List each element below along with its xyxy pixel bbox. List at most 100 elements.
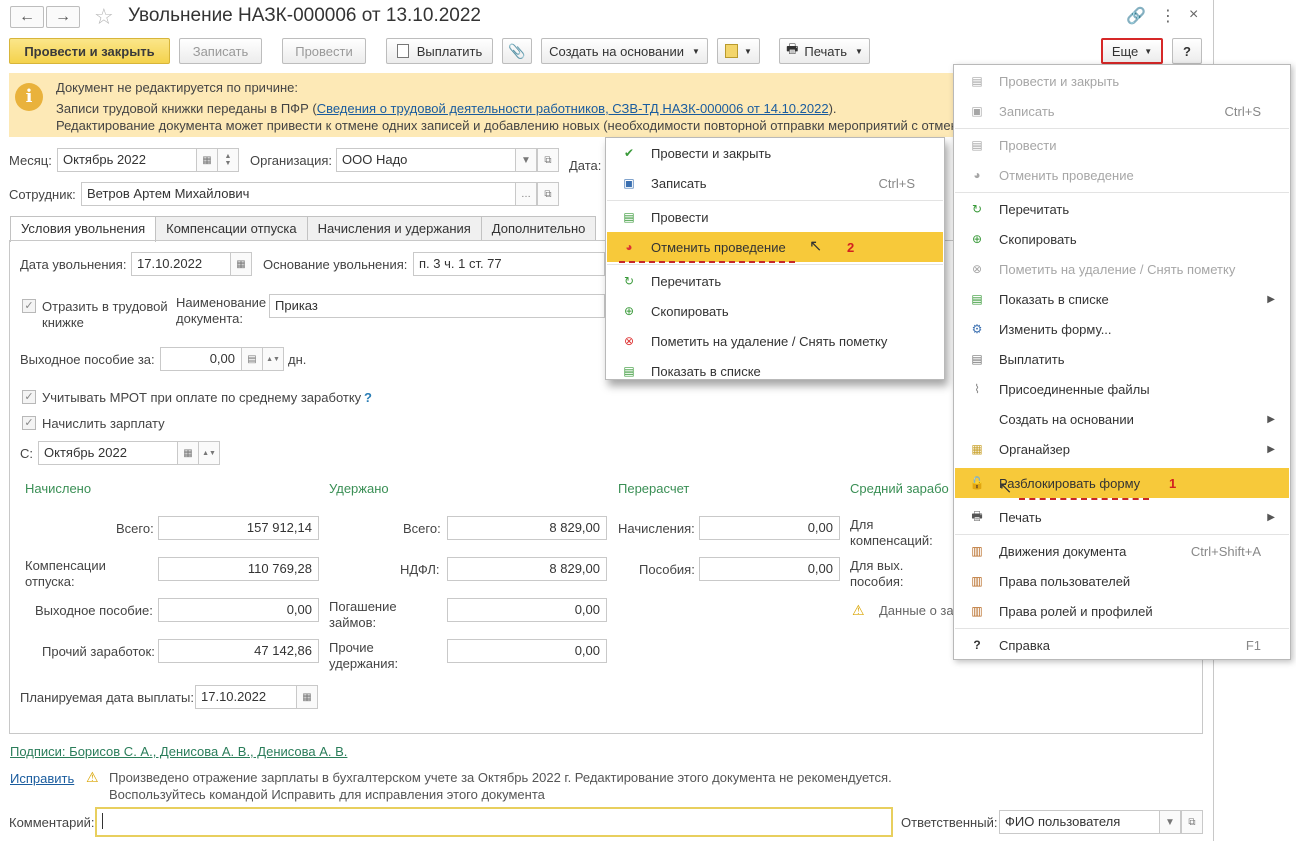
warning-icon: ⚠ — [86, 769, 99, 785]
forward-button[interactable]: → — [46, 6, 80, 28]
mrot-checkbox[interactable]: ✓ — [22, 390, 36, 404]
more-label: Еще — [1111, 43, 1139, 59]
fix-link[interactable]: Исправить — [10, 771, 74, 786]
copy-icon: ⊕ — [971, 232, 983, 246]
more-item-copy[interactable]: ⊕ Скопировать — [955, 224, 1289, 254]
zoom-menu-item-post-close[interactable]: ✔ Провести и закрыть — [607, 138, 943, 168]
calendar-icon[interactable]: ▦ — [196, 148, 218, 172]
open-icon[interactable]: ⧉ — [537, 182, 559, 206]
help-button[interactable]: ? — [1172, 38, 1202, 64]
more-item-doc-movements[interactable]: ▥ Движения документа Ctrl+Shift+A — [955, 536, 1289, 566]
more-item-mark-delete[interactable]: ⊗ Пометить на удаление / Снять пометку — [955, 254, 1289, 284]
zoom-menu-label: Пометить на удаление / Снять пометку — [651, 333, 888, 349]
more-item-show-list[interactable]: ▤ Показать в списке ▶ — [955, 284, 1289, 314]
post-doc-icon: ▤ — [623, 210, 635, 224]
other-w-label-2: удержания: — [329, 656, 399, 671]
chevron-right-icon: ▶ — [1267, 511, 1275, 523]
more-item-user-rights[interactable]: ▥ Права пользователей — [955, 566, 1289, 596]
severance-days-input[interactable]: 0,00 — [160, 347, 242, 371]
post-doc-icon: ▤ — [971, 138, 983, 152]
favorite-star-icon[interactable]: ☆ — [94, 4, 114, 30]
basis-input[interactable]: п. 3 ч. 1 ст. 77 — [413, 252, 605, 276]
szv-td-link[interactable]: Сведения о трудовой деятельности работни… — [317, 101, 829, 116]
calendar-icon[interactable]: ▦ — [296, 685, 318, 709]
mrot-help-icon[interactable]: ? — [364, 390, 372, 405]
responsible-input[interactable]: ФИО пользователя — [999, 810, 1160, 834]
select-ellipsis-icon[interactable]: … — [515, 182, 537, 206]
org-input[interactable]: ООО Надо — [336, 148, 516, 172]
month-spinner[interactable]: ▲ ▼ — [217, 148, 239, 172]
calculator-icon[interactable]: ▤ — [241, 347, 263, 371]
calendar-icon[interactable]: ▦ — [177, 441, 199, 465]
open-icon[interactable]: ⧉ — [537, 148, 559, 172]
comment-input[interactable] — [95, 807, 893, 837]
ndfl-value: 8 829,00 — [447, 557, 607, 581]
more-item-save[interactable]: ▣ Записать Ctrl+S — [955, 96, 1289, 126]
avg-warning-text[interactable]: Данные о за — [879, 603, 954, 618]
zoom-menu-item-mark-delete[interactable]: ⊗ Пометить на удаление / Снять пометку — [607, 326, 943, 356]
show-list-icon: ▤ — [623, 364, 635, 378]
post-button[interactable]: Провести — [282, 38, 366, 64]
back-arrow-icon: ← — [19, 8, 35, 25]
tab-additional[interactable]: Дополнительно — [480, 216, 597, 241]
zoom-menu-item-copy[interactable]: ⊕ Скопировать — [607, 296, 943, 326]
link-icon[interactable]: 🔗 — [1126, 6, 1146, 26]
zoom-menu-item-show-list[interactable]: ▤ Показать в списке — [607, 356, 943, 379]
month-input[interactable]: Октябрь 2022 — [57, 148, 197, 172]
zoom-menu-item-post[interactable]: ▤ Провести — [607, 202, 943, 232]
back-button[interactable]: ← — [10, 6, 44, 28]
docname-input[interactable]: Приказ — [269, 294, 605, 318]
severance-spinner[interactable]: ▲▼ — [262, 347, 284, 371]
more-item-unpost[interactable]: ◕ Отменить проведение — [955, 160, 1289, 190]
more-item-pay[interactable]: ▤ Выплатить — [955, 344, 1289, 374]
save-button[interactable]: Записать — [179, 38, 262, 64]
dropdown-icon[interactable]: ▼ — [515, 148, 537, 172]
reflect-workbook-checkbox[interactable]: ✓ — [22, 299, 36, 313]
more-item-label: Пометить на удаление / Снять пометку — [999, 261, 1236, 277]
more-vertical-icon[interactable]: ⋮ — [1160, 6, 1176, 26]
fix-text-1: Произведено отражение зарплаты в бухгалт… — [109, 770, 892, 785]
attach-button[interactable]: 📎 — [502, 38, 532, 64]
post-and-close-button[interactable]: Провести и закрыть — [9, 38, 170, 64]
payday-label: Планируемая дата выплаты: — [20, 690, 194, 705]
accrue-salary-checkbox[interactable]: ✓ — [22, 416, 36, 430]
zoom-menu-item-save[interactable]: ▣ Записать Ctrl+S — [607, 168, 943, 198]
more-item-role-rights[interactable]: ▥ Права ролей и профилей — [955, 596, 1289, 626]
create-based-button[interactable]: Создать на основании ▼ — [541, 38, 708, 64]
banner-line-3: Редактирование документа может привести … — [56, 118, 956, 133]
print-button[interactable]: 🖶 Печать ▼ — [779, 38, 870, 64]
tab-accruals-deductions[interactable]: Начисления и удержания — [306, 216, 482, 241]
signatures-link[interactable]: Подписи: Борисов С. А., Денисова А. В., … — [10, 744, 347, 759]
more-item-create-based[interactable]: Создать на основании ▶ — [955, 404, 1289, 434]
more-item-change-form[interactable]: ⚙ Изменить форму... — [955, 314, 1289, 344]
payday-input[interactable]: 17.10.2022 — [195, 685, 297, 709]
more-item-organizer[interactable]: ▦ Органайзер ▶ — [955, 434, 1289, 464]
zoom-menu-item-unpost[interactable]: ◕ Отменить проведение — [607, 232, 943, 262]
more-item-print[interactable]: 🖶 Печать ▶ — [955, 502, 1289, 532]
tab-dismissal-conditions[interactable]: Условия увольнения — [10, 216, 157, 242]
more-item-help[interactable]: ? Справка F1 — [955, 630, 1289, 660]
forward-arrow-icon: → — [55, 8, 71, 25]
more-item-post[interactable]: ▤ Провести — [955, 130, 1289, 160]
zoom-menu-item-reread[interactable]: ↻ Перечитать — [607, 266, 943, 296]
pay-button[interactable]: Выплатить — [386, 38, 493, 64]
open-icon[interactable]: ⧉ — [1181, 810, 1203, 834]
withheld-title: Удержано — [329, 481, 389, 496]
unpost-doc-icon: ◕ — [973, 168, 981, 182]
from-month-input[interactable]: Октябрь 2022 — [38, 441, 178, 465]
accrued-total-label: Всего: — [116, 521, 154, 536]
dismissal-date-input[interactable]: 17.10.2022 — [131, 252, 231, 276]
step-marker-1: 1 — [1169, 476, 1177, 491]
loans-value: 0,00 — [447, 598, 607, 622]
more-item-attached-files[interactable]: ⌇ Присоединенные файлы — [955, 374, 1289, 404]
more-button[interactable]: Еще ▼ — [1101, 38, 1163, 64]
more-item-reread[interactable]: ↻ Перечитать — [955, 194, 1289, 224]
dropdown-icon[interactable]: ▼ — [1159, 810, 1181, 834]
more-item-post-close[interactable]: ▤ Провести и закрыть — [955, 66, 1289, 96]
from-month-spinner[interactable]: ▲▼ — [198, 441, 220, 465]
organizer-button[interactable]: ▼ — [717, 38, 760, 64]
close-icon[interactable]: × — [1189, 6, 1198, 24]
employee-input[interactable]: Ветров Артем Михайлович — [81, 182, 517, 206]
tab-vacation-compensation[interactable]: Компенсации отпуска — [155, 216, 308, 241]
calendar-icon[interactable]: ▦ — [230, 252, 252, 276]
